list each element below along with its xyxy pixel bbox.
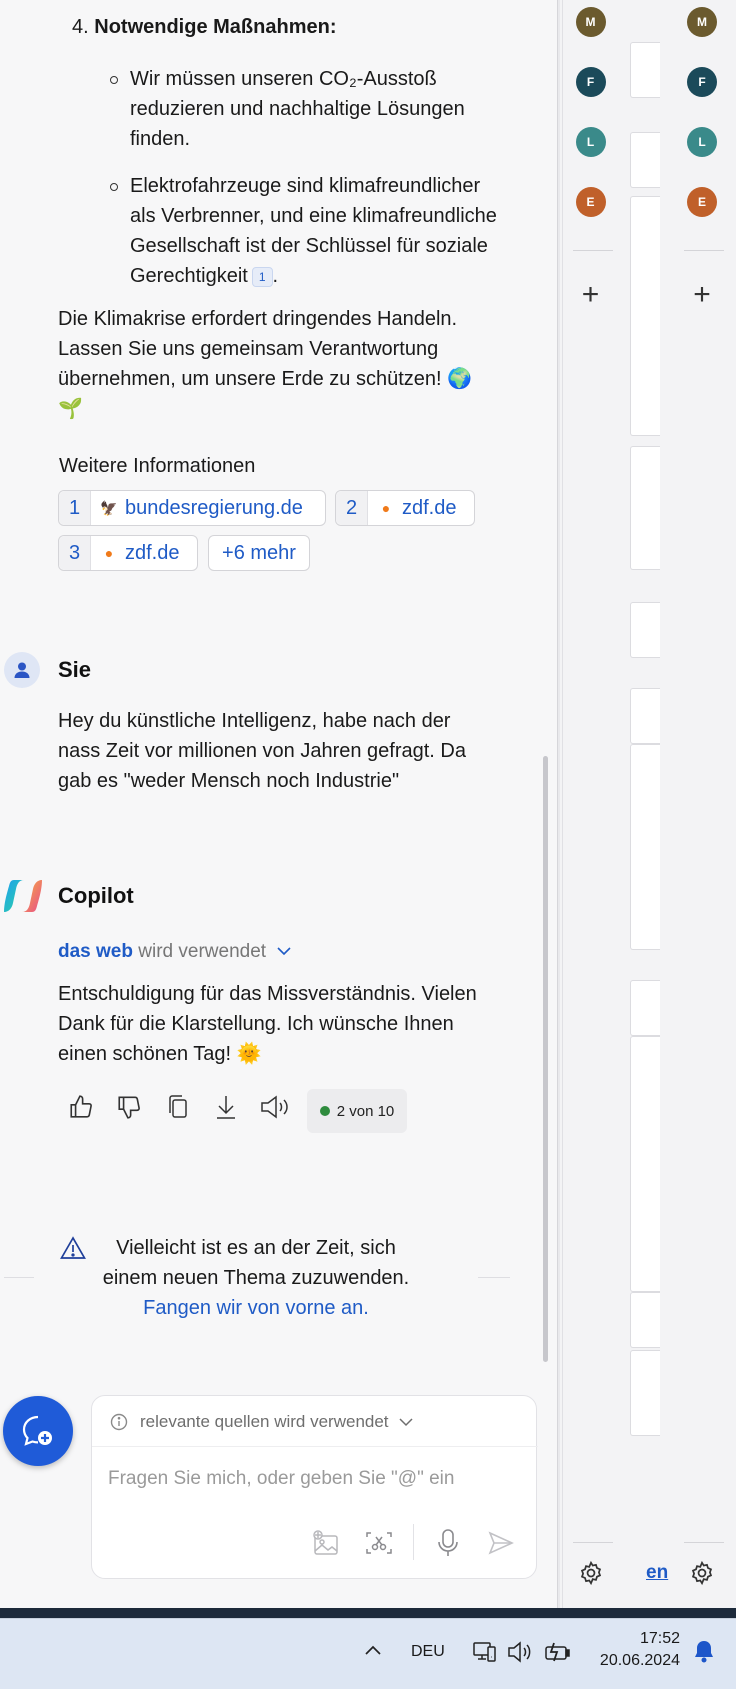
more-sources-button[interactable]: +6 mehr [208, 535, 310, 571]
clock[interactable]: 17:52 20.06.2024 [594, 1628, 680, 1672]
status-dot [319, 1106, 330, 1116]
settings-gear-icon[interactable] [689, 1560, 715, 1591]
bullet-marker [110, 76, 118, 84]
user-name: Sie [58, 657, 92, 682]
info-icon [110, 1413, 128, 1431]
thumbs-up-icon[interactable] [66, 1092, 96, 1122]
add-icon[interactable]: + [693, 278, 711, 312]
contact-avatar[interactable]: F [575, 67, 606, 97]
source-label: bundesregierung.de [125, 496, 303, 519]
copy-icon[interactable] [163, 1092, 193, 1122]
eagle-favicon-icon: 🦅 [100, 499, 118, 516]
source-link[interactable]: 3 ● zdf.de [58, 535, 198, 571]
contact-avatar[interactable]: L [575, 127, 606, 157]
measures-heading: 4. Notwendige Maßnahmen: [72, 16, 337, 38]
taskbar: DEU 17:52 20.06.2024 [0, 1618, 736, 1689]
battery-icon[interactable] [544, 1639, 572, 1670]
web-used-indicator[interactable]: das web wird verwendet [58, 941, 293, 963]
divider [92, 1446, 538, 1447]
background-card [630, 980, 660, 1036]
volume-icon[interactable] [506, 1639, 534, 1670]
rail-divider [573, 250, 613, 251]
background-link[interactable]: en [646, 1562, 668, 1584]
contact-avatar[interactable]: M [687, 7, 717, 37]
side-rail-secondary: M F L E + [674, 0, 730, 1608]
background-card [630, 602, 660, 658]
source-number: 1 [59, 491, 91, 525]
chevron-down-icon [399, 1418, 413, 1427]
background-card [630, 688, 660, 744]
background-card [630, 1292, 660, 1348]
background-card [630, 132, 660, 188]
download-icon[interactable] [211, 1092, 241, 1122]
notification-bell-icon[interactable] [692, 1639, 716, 1670]
warning-icon [60, 1236, 86, 1265]
chevron-down-icon [277, 947, 291, 956]
rail-divider [684, 250, 724, 251]
clock-date: 20.06.2024 [599, 1652, 680, 1669]
background-card [630, 42, 660, 98]
source-number: 3 [59, 536, 91, 570]
microphone-icon[interactable] [436, 1528, 460, 1563]
add-icon[interactable]: + [582, 278, 600, 312]
source-label: zdf.de [125, 541, 180, 564]
speaker-icon[interactable] [258, 1092, 292, 1122]
turn-counter: 2 von 10 [307, 1089, 407, 1133]
divider [4, 1277, 34, 1278]
user-avatar [4, 652, 40, 688]
bot-message: Entschuldigung für das Missverständnis. … [58, 983, 477, 1065]
bullet-marker [110, 183, 118, 191]
warning-text: Vielleicht ist es an der Zeit, sich eine… [102, 1237, 410, 1289]
settings-gear-icon[interactable] [578, 1560, 604, 1591]
sources-indicator[interactable]: relevante quellen wird verwendet [110, 1412, 415, 1432]
source-label: zdf.de [402, 496, 457, 519]
contact-avatar[interactable]: E [687, 187, 717, 217]
bot-name: Copilot [58, 883, 134, 908]
bullet-item: Elektrofahrzeuge sind klimafreundlicher … [130, 175, 497, 287]
source-number: 2 [336, 491, 368, 525]
new-chat-icon [22, 1415, 52, 1446]
source-link[interactable]: 1 🦅 bundesregierung.de [58, 490, 326, 526]
zdf-favicon-icon: ● [104, 545, 114, 561]
copilot-panel: 4. Notwendige Maßnahmen: Wir müssen unse… [0, 0, 558, 1608]
contact-avatar[interactable]: M [575, 7, 606, 37]
scrollbar[interactable] [543, 756, 548, 1362]
citation-badge[interactable]: 1 [251, 266, 273, 287]
contact-avatar[interactable]: L [687, 127, 717, 157]
background-card [630, 744, 660, 950]
send-icon[interactable] [487, 1530, 515, 1561]
source-link[interactable]: 2 ● zdf.de [335, 490, 475, 526]
clock-time: 17:52 [639, 1630, 680, 1647]
screenshot-icon[interactable] [364, 1530, 394, 1561]
closing-paragraph: Die Klimakrise erfordert dringendes Hand… [58, 308, 473, 420]
contact-avatar[interactable]: F [687, 67, 717, 97]
user-message: Hey du künstliche Intelligenz, habe nach… [58, 710, 466, 792]
bullet-item: Wir müssen unseren CO₂-Ausstoß reduziere… [130, 68, 465, 150]
copilot-logo-icon [4, 878, 42, 919]
zdf-favicon-icon: ● [381, 500, 391, 516]
sources-heading: Weitere Informationen [59, 455, 256, 477]
add-image-icon[interactable] [312, 1530, 340, 1561]
background-card [630, 1350, 660, 1436]
background-card [630, 446, 660, 570]
chat-input[interactable]: Fragen Sie mich, oder geben Sie "@" ein [108, 1468, 454, 1490]
thumbs-down-icon[interactable] [114, 1092, 144, 1122]
side-rail: M F L E + [562, 0, 618, 1608]
network-icon[interactable] [472, 1639, 498, 1670]
background-card [630, 196, 660, 436]
chat-input-box: relevante quellen wird verwendet Fragen … [91, 1395, 538, 1579]
rail-divider [684, 1542, 724, 1543]
background-card [630, 1036, 660, 1292]
chevron-up-icon[interactable] [364, 1643, 382, 1661]
divider [413, 1524, 414, 1560]
contact-avatar[interactable]: E [575, 187, 606, 217]
divider [478, 1277, 510, 1278]
rail-divider [573, 1542, 613, 1543]
language-indicator[interactable]: DEU [411, 1643, 445, 1661]
restart-link[interactable]: Fangen wir von vorne an. [96, 1293, 416, 1323]
new-topic-button[interactable] [3, 1396, 73, 1466]
window-edge [0, 1608, 736, 1618]
